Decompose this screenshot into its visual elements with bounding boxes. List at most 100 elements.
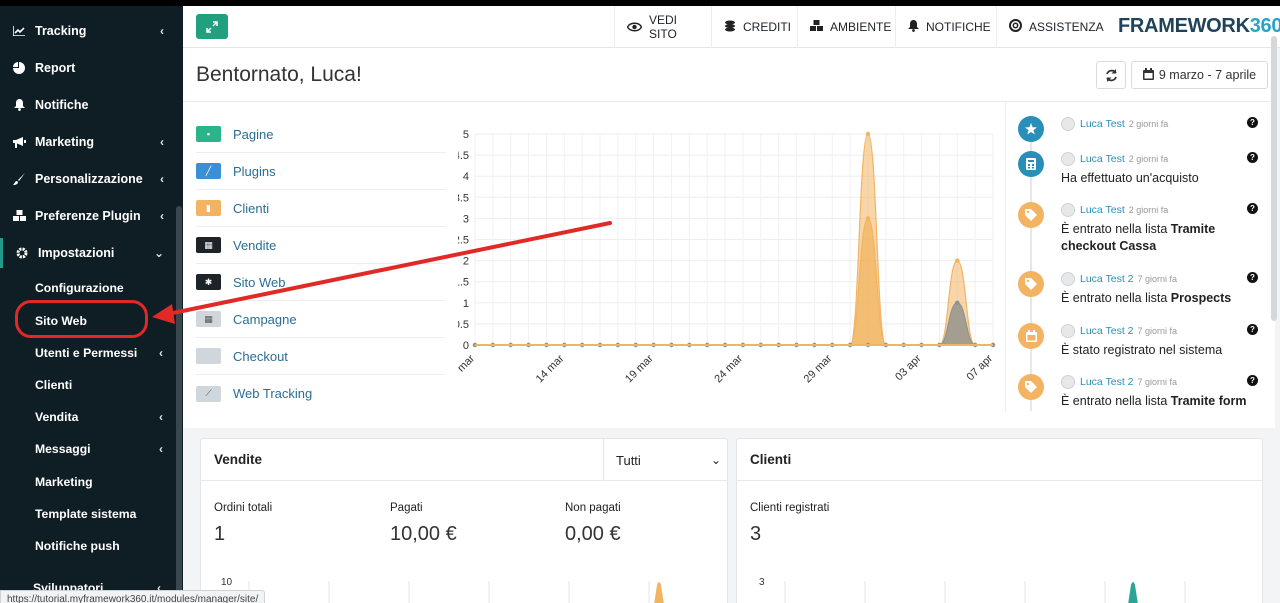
clienti-card: Clienti Clienti registrati 3 3: [736, 438, 1263, 603]
menu-item-sito-web[interactable]: ✱ Sito Web: [196, 264, 446, 301]
data-point: [865, 131, 871, 137]
nav-label: CREDITI: [743, 20, 791, 34]
brush-icon: [12, 173, 26, 185]
chevron-left-icon: ‹: [159, 346, 163, 360]
feed-user-link[interactable]: Luca Test: [1080, 204, 1125, 216]
feed-meta: Luca Test 27 giorni fa: [1061, 324, 1177, 338]
menu-item-plugins[interactable]: ╱ Plugins: [196, 153, 446, 190]
brush-icon: ╱: [196, 163, 221, 179]
help-icon[interactable]: ?: [1247, 375, 1258, 386]
menu-item-vendite[interactable]: ▦ Vendite: [196, 227, 446, 264]
menu-item-label: Vendite: [233, 237, 277, 253]
vendite-filter-select[interactable]: Tutti ⌄: [603, 439, 727, 481]
avatar: [1061, 375, 1075, 389]
menu-item-label: Web Tracking: [233, 386, 313, 401]
avatar: [1061, 272, 1075, 286]
tag-icon: [1018, 374, 1044, 400]
sidebar-subitem-label: Configurazione: [35, 281, 124, 295]
star-icon: [1018, 116, 1044, 142]
help-icon[interactable]: ?: [1247, 203, 1258, 214]
feed-time: 2 giorni fa: [1128, 154, 1169, 164]
nav-label: ASSISTENZA: [1029, 20, 1104, 34]
topbar: VEDI SITO CREDITI AMBIENTE NOTIFICHE ASS…: [183, 6, 1280, 48]
menu-item-web-tracking[interactable]: ⟋ Web Tracking: [196, 375, 446, 412]
feed-time: 7 giorni fa: [1137, 326, 1178, 336]
y-tick-label: 0: [463, 340, 469, 352]
sidebar-subitem-utenti-permessi[interactable]: Utenti e Permessi ‹: [35, 342, 163, 364]
nav-vedi-sito[interactable]: VEDI SITO: [614, 6, 707, 48]
calculator-icon: ▦: [196, 237, 221, 253]
user-icon: ▮: [196, 200, 221, 216]
sidebar-subitem-marketing[interactable]: Marketing: [35, 471, 93, 493]
feed-text: Ha effettuato un'acquisto: [1061, 171, 1199, 185]
feed-user-link[interactable]: Luca Test: [1080, 153, 1125, 165]
data-point: [865, 216, 871, 221]
clienti-mini-chart: 3: [759, 577, 1186, 603]
sidebar-subitem-configurazione[interactable]: Configurazione: [35, 277, 124, 299]
sidebar-subitem-notifiche-push[interactable]: Notifiche push: [35, 535, 120, 557]
kpi-value: 1: [214, 523, 226, 545]
x-tick-label: 14 mar: [534, 352, 567, 385]
sidebar-subitem-vendita[interactable]: Vendita ‹: [35, 406, 163, 428]
help-icon[interactable]: ?: [1247, 117, 1258, 128]
nav-ambiente[interactable]: AMBIENTE: [797, 6, 894, 48]
nav-crediti[interactable]: CREDITI: [711, 6, 796, 48]
feed-time: 2 giorni fa: [1128, 205, 1169, 215]
menu-item-checkout[interactable]: Checkout: [196, 338, 446, 375]
sidebar-item-tracking[interactable]: Tracking ‹: [0, 16, 176, 46]
date-range-picker[interactable]: 9 marzo - 7 aprile: [1131, 61, 1268, 89]
table-icon: ▦: [196, 311, 221, 327]
feed-user-link[interactable]: Luca Test: [1080, 118, 1125, 130]
sidebar-item-personalizzazione[interactable]: Personalizzazione ‹: [0, 164, 176, 194]
chevron-left-icon: ‹: [159, 442, 163, 456]
refresh-button[interactable]: [1096, 61, 1126, 89]
blank-icon: [196, 348, 221, 364]
tag-icon: [1018, 271, 1044, 297]
feed-scrollbar[interactable]: [1271, 36, 1277, 321]
sidebar-subitem-label: Clienti: [35, 378, 73, 392]
sidebar-item-label: Tracking: [35, 24, 87, 38]
sidebar-subitem-template-sistema[interactable]: Template sistema: [35, 503, 136, 525]
y-tick-label: 5: [463, 129, 469, 141]
sidebar-subitem-messaggi[interactable]: Messaggi ‹: [35, 438, 163, 460]
help-icon[interactable]: ?: [1247, 152, 1258, 163]
sidebar-scrollbar[interactable]: [176, 206, 182, 603]
sidebar-subitem-clienti[interactable]: Clienti: [35, 374, 72, 396]
nav-notifiche[interactable]: NOTIFICHE: [895, 6, 995, 48]
sidebar-item-label: Notifiche: [35, 98, 89, 112]
sidebar-subitem-label: Marketing: [35, 475, 93, 489]
cubes-icon: [810, 19, 823, 35]
expand-button[interactable]: [196, 14, 228, 39]
menu-item-clienti[interactable]: ▮ Clienti: [196, 190, 446, 227]
menu-item-pagine[interactable]: ▪ Pagine: [196, 116, 446, 153]
nav-assistenza[interactable]: ASSISTENZA: [996, 6, 1106, 48]
help-icon[interactable]: ?: [1247, 272, 1258, 283]
help-icon[interactable]: ?: [1247, 324, 1258, 335]
feed-user-link[interactable]: Luca Test 2: [1080, 376, 1134, 388]
activity-chart: 0 0.5 1 1.5 2 2.5 3 3.5 4 4.5 5 09 mar 14 mar 19 mar 2…: [458, 129, 996, 385]
feed-user-link[interactable]: Luca Test 2: [1080, 273, 1134, 285]
sidebar-item-notifiche[interactable]: Notifiche: [0, 90, 176, 120]
megaphone-icon: [12, 136, 26, 148]
sidebar-item-preferenze-plugin[interactable]: Preferenze Plugin ‹: [0, 201, 176, 231]
feed-user-link[interactable]: Luca Test 2: [1080, 325, 1134, 337]
avatar: [1061, 117, 1075, 131]
cubes-icon: [12, 210, 26, 222]
sidebar-item-report[interactable]: Report: [0, 53, 176, 83]
chevron-left-icon: ‹: [159, 410, 163, 424]
framework360-logo[interactable]: FRAMEWORK360: [1118, 15, 1280, 38]
menu-item-label: Sito Web: [233, 274, 286, 290]
pie-chart-icon: [12, 62, 26, 74]
kpi-label: Non pagati: [565, 502, 621, 514]
sidebar-item-marketing[interactable]: Marketing ‹: [0, 127, 176, 157]
kpi-label: Ordini totali: [214, 502, 273, 514]
sidebar-item-impostazioni[interactable]: Impostazioni ⌄: [0, 238, 176, 268]
x-tick-label: 07 apr: [965, 352, 996, 383]
mini-y-tick: 3: [759, 577, 765, 588]
gear-icon: [15, 247, 29, 259]
menu-item-campagne[interactable]: ▦ Campagne: [196, 301, 446, 338]
y-tick-label: 1: [463, 298, 469, 310]
kpi-value: 0,00 €: [565, 523, 621, 545]
activity-feed: Luca Test 2 giorni fa? Luca Test 2 giorni f…: [1018, 116, 1268, 411]
gear-icon: ✱: [196, 274, 221, 290]
